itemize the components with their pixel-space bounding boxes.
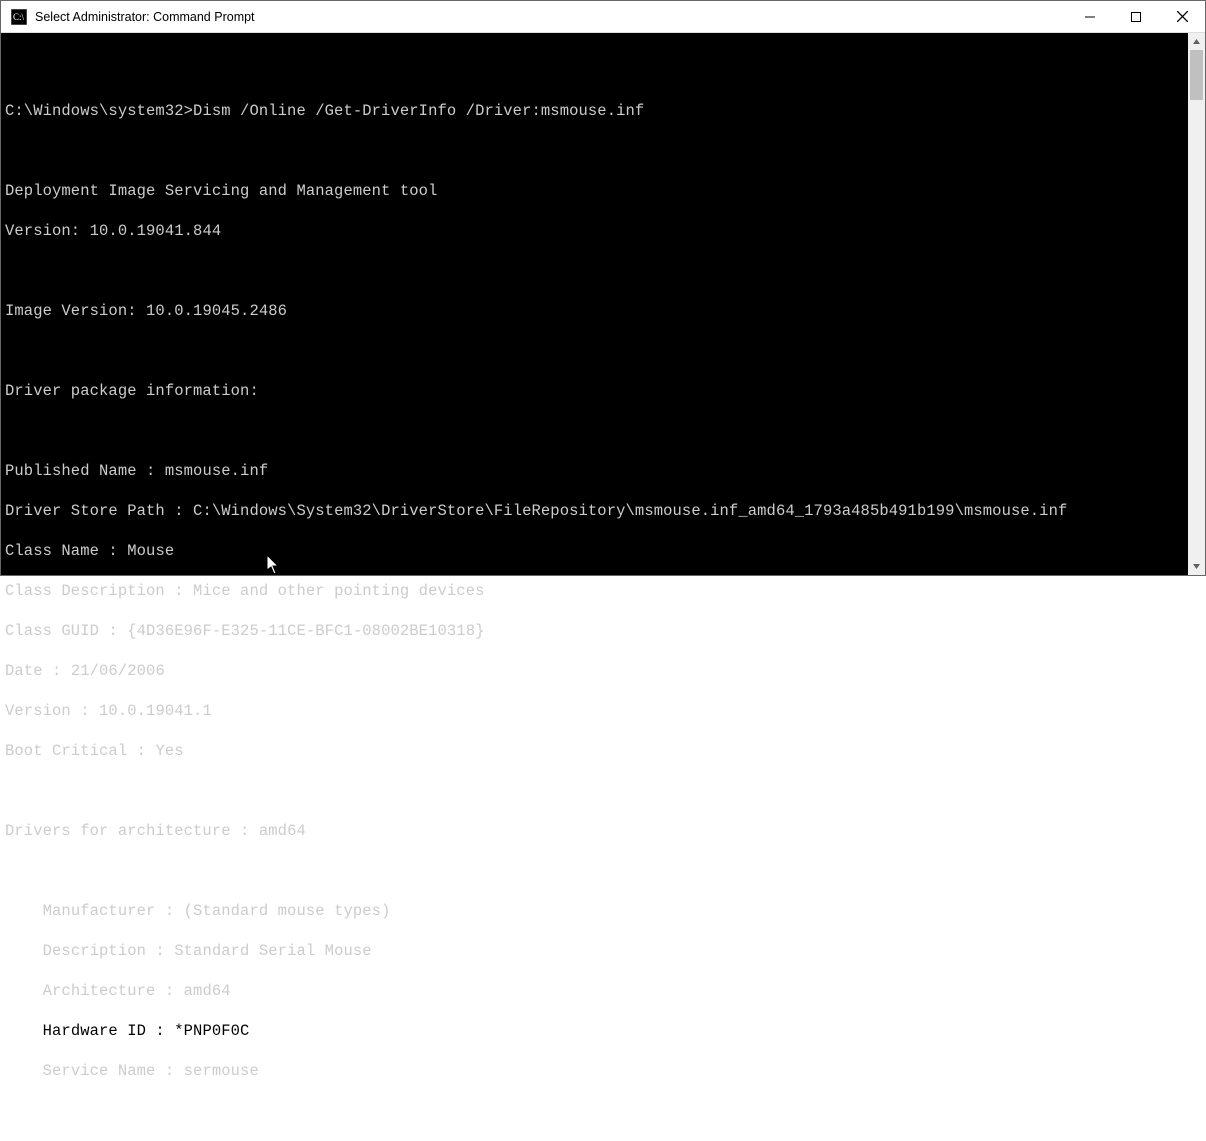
image-version-line: Image Version: 10.0.19045.2486 — [5, 301, 1201, 321]
vertical-scrollbar[interactable] — [1188, 33, 1205, 575]
prompt-line: C:\Windows\system32>Dism /Online /Get-Dr… — [5, 101, 1201, 121]
svg-text:C:\: C:\ — [13, 12, 25, 22]
maximize-button[interactable] — [1113, 1, 1159, 32]
terminal-container: C:\Windows\system32>Dism /Online /Get-Dr… — [1, 33, 1205, 575]
class-desc-line: Class Description : Mice and other point… — [5, 581, 1201, 601]
minimize-button[interactable] — [1067, 1, 1113, 32]
store-path-line: Driver Store Path : C:\Windows\System32\… — [5, 501, 1201, 521]
boot-critical-line: Boot Critical : Yes — [5, 741, 1201, 761]
pkg-info-heading: Driver package information: — [5, 381, 1201, 401]
description-line: Description : Standard Serial Mouse — [5, 941, 1201, 961]
blank-line — [5, 261, 1201, 281]
tool-heading: Deployment Image Servicing and Managemen… — [5, 181, 1201, 201]
class-guid-line: Class GUID : {4D36E96F-E325-11CE-BFC1-08… — [5, 621, 1201, 641]
scroll-down-button[interactable] — [1188, 558, 1205, 575]
blank-line — [5, 61, 1201, 81]
hardware-id-line: Hardware ID : *PNP0F0C — [5, 1021, 1201, 1041]
selected-text: Hardware ID : *PNP0F0C — [5, 1022, 259, 1040]
window-controls — [1067, 1, 1205, 32]
blank-line — [5, 341, 1201, 361]
architecture-line: Architecture : amd64 — [5, 981, 1201, 1001]
blank-line — [5, 781, 1201, 801]
tool-version-line: Version: 10.0.19041.844 — [5, 221, 1201, 241]
window-title: Select Administrator: Command Prompt — [35, 10, 1067, 24]
scroll-up-button[interactable] — [1188, 33, 1205, 50]
version-line: Version : 10.0.19041.1 — [5, 701, 1201, 721]
service-name-line: Service Name : sermouse — [5, 1061, 1201, 1081]
published-name-line: Published Name : msmouse.inf — [5, 461, 1201, 481]
blank-line — [5, 861, 1201, 881]
blank-line — [5, 141, 1201, 161]
arch-heading-line: Drivers for architecture : amd64 — [5, 821, 1201, 841]
scroll-thumb[interactable] — [1190, 50, 1203, 100]
class-name-line: Class Name : Mouse — [5, 541, 1201, 561]
date-line: Date : 21/06/2006 — [5, 661, 1201, 681]
terminal-output[interactable]: C:\Windows\system32>Dism /Online /Get-Dr… — [1, 33, 1205, 575]
manufacturer-line: Manufacturer : (Standard mouse types) — [5, 901, 1201, 921]
blank-line — [5, 421, 1201, 441]
prompt-path: C:\Windows\system32> — [5, 102, 193, 120]
close-button[interactable] — [1159, 1, 1205, 32]
cmd-icon: C:\ — [11, 9, 27, 25]
prompt-command: Dism /Online /Get-DriverInfo /Driver:msm… — [193, 102, 644, 120]
titlebar: C:\ Select Administrator: Command Prompt — [1, 1, 1205, 33]
